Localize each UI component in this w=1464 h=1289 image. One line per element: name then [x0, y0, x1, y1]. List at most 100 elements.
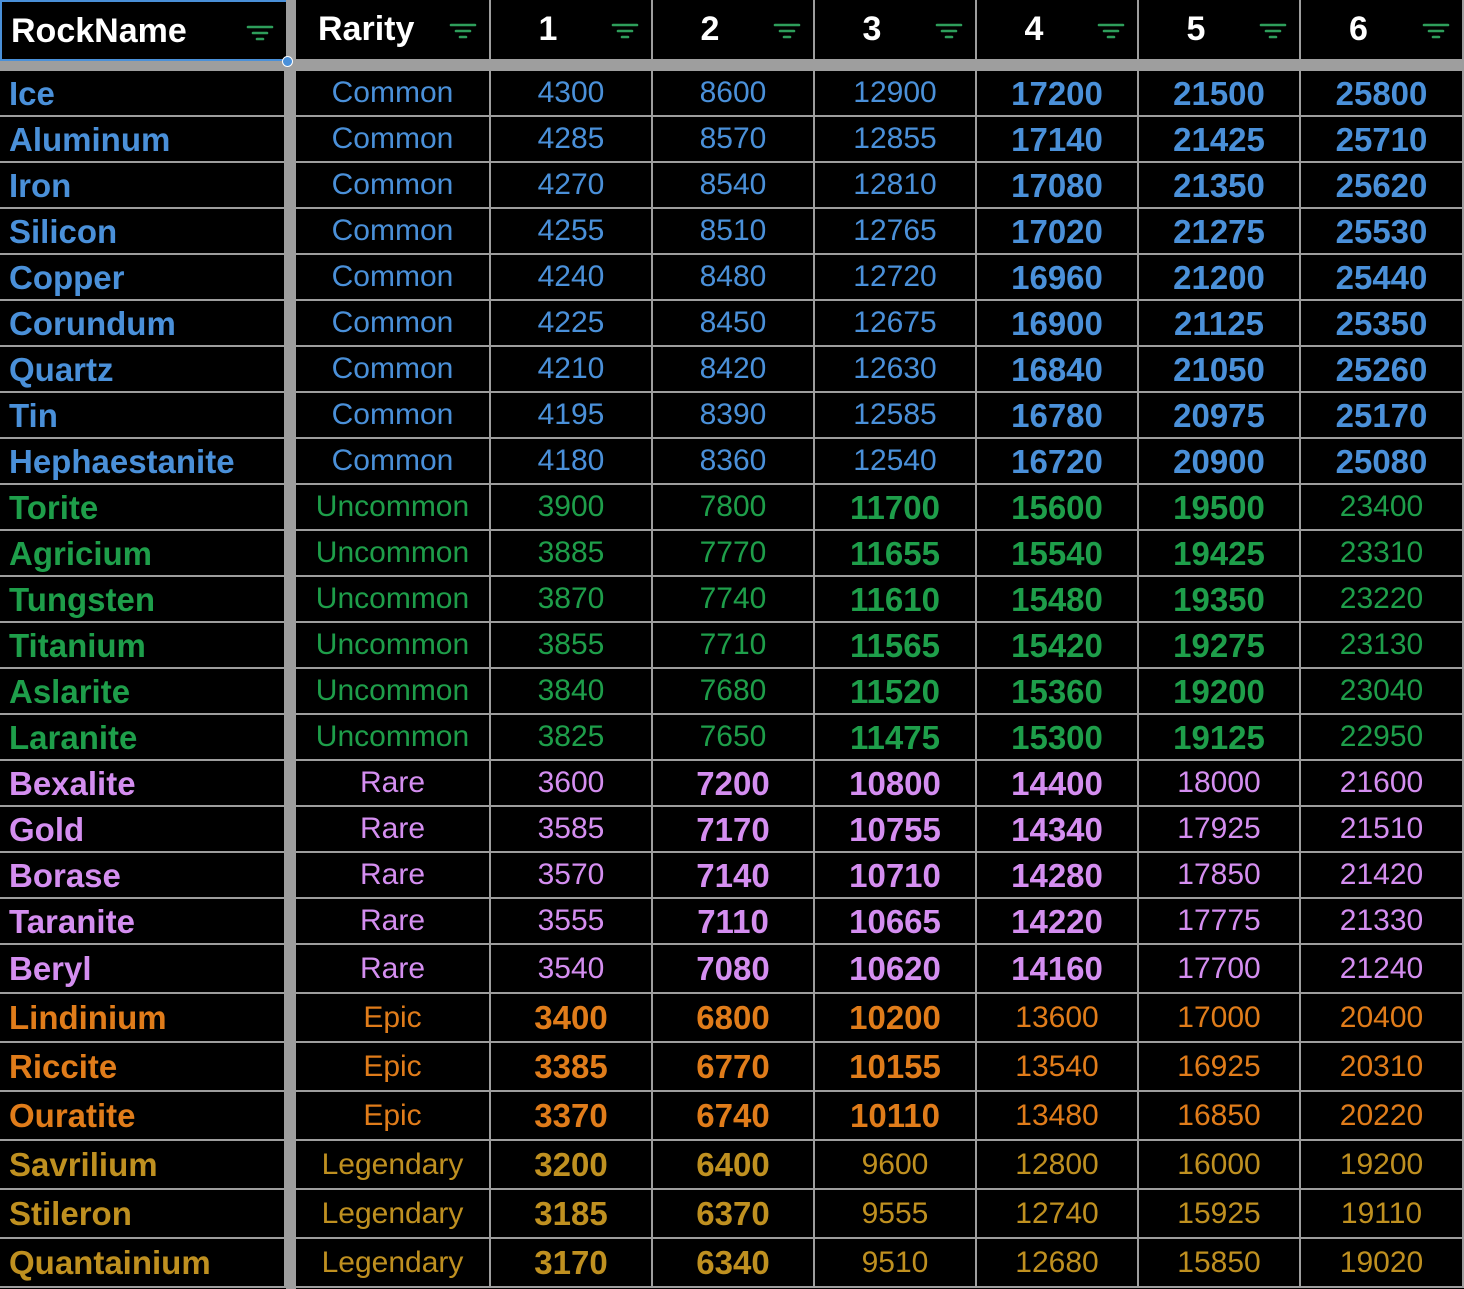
value-cell-2[interactable]: 8540 — [653, 163, 815, 209]
rarity-cell[interactable]: Epic — [296, 1092, 491, 1141]
value-cell-6[interactable]: 25170 — [1301, 393, 1464, 439]
rock-name-cell[interactable]: Tungsten — [0, 577, 286, 623]
value-cell-3[interactable]: 11520 — [815, 669, 977, 715]
value-cell-4[interactable]: 12740 — [977, 1190, 1139, 1239]
value-cell-3[interactable]: 9510 — [815, 1239, 977, 1288]
rarity-cell[interactable]: Epic — [296, 1043, 491, 1092]
value-cell-4[interactable]: 17080 — [977, 163, 1139, 209]
value-cell-3[interactable]: 11655 — [815, 531, 977, 577]
value-cell-3[interactable]: 12585 — [815, 393, 977, 439]
selection-fill-handle[interactable] — [282, 56, 293, 67]
value-cell-5[interactable]: 17000 — [1139, 994, 1301, 1043]
value-cell-5[interactable]: 19425 — [1139, 531, 1301, 577]
rock-name-cell[interactable]: Corundum — [0, 301, 286, 347]
rarity-cell[interactable]: Legendary — [296, 1190, 491, 1239]
rarity-cell[interactable]: Uncommon — [296, 623, 491, 669]
value-cell-3[interactable]: 10200 — [815, 994, 977, 1043]
rock-name-cell[interactable]: Aluminum — [0, 117, 286, 163]
header-col-3[interactable]: 3 — [815, 0, 977, 61]
value-cell-1[interactable]: 3870 — [491, 577, 653, 623]
filter-icon[interactable] — [1097, 21, 1125, 41]
value-cell-4[interactable]: 15600 — [977, 485, 1139, 531]
value-cell-4[interactable]: 13600 — [977, 994, 1139, 1043]
value-cell-2[interactable]: 7650 — [653, 715, 815, 761]
rock-name-cell[interactable]: Tin — [0, 393, 286, 439]
value-cell-1[interactable]: 4240 — [491, 255, 653, 301]
rarity-cell[interactable]: Uncommon — [296, 577, 491, 623]
value-cell-2[interactable]: 8570 — [653, 117, 815, 163]
value-cell-3[interactable]: 10800 — [815, 761, 977, 807]
value-cell-3[interactable]: 10710 — [815, 853, 977, 899]
value-cell-1[interactable]: 3825 — [491, 715, 653, 761]
value-cell-2[interactable]: 7110 — [653, 899, 815, 945]
value-cell-3[interactable]: 11475 — [815, 715, 977, 761]
value-cell-1[interactable]: 3185 — [491, 1190, 653, 1239]
value-cell-4[interactable]: 16720 — [977, 439, 1139, 485]
value-cell-6[interactable]: 25800 — [1301, 71, 1464, 117]
value-cell-1[interactable]: 4225 — [491, 301, 653, 347]
rarity-cell[interactable]: Uncommon — [296, 715, 491, 761]
rock-name-cell[interactable]: Bexalite — [0, 761, 286, 807]
value-cell-1[interactable]: 4210 — [491, 347, 653, 393]
value-cell-2[interactable]: 6800 — [653, 994, 815, 1043]
value-cell-1[interactable]: 3885 — [491, 531, 653, 577]
value-cell-6[interactable]: 25080 — [1301, 439, 1464, 485]
value-cell-4[interactable]: 14340 — [977, 807, 1139, 853]
header-col-1[interactable]: 1 — [491, 0, 653, 61]
value-cell-2[interactable]: 6770 — [653, 1043, 815, 1092]
value-cell-5[interactable]: 18000 — [1139, 761, 1301, 807]
rock-name-cell[interactable]: Borase — [0, 853, 286, 899]
value-cell-6[interactable]: 21330 — [1301, 899, 1464, 945]
value-cell-2[interactable]: 7080 — [653, 945, 815, 994]
rarity-cell[interactable]: Rare — [296, 899, 491, 945]
value-cell-6[interactable]: 21240 — [1301, 945, 1464, 994]
value-cell-2[interactable]: 8450 — [653, 301, 815, 347]
value-cell-4[interactable]: 14220 — [977, 899, 1139, 945]
value-cell-5[interactable]: 16850 — [1139, 1092, 1301, 1141]
frozen-column-divider[interactable] — [286, 0, 296, 1289]
value-cell-5[interactable]: 21275 — [1139, 209, 1301, 255]
filter-icon[interactable] — [449, 21, 477, 41]
value-cell-4[interactable]: 16900 — [977, 301, 1139, 347]
value-cell-6[interactable]: 23310 — [1301, 531, 1464, 577]
rock-name-cell[interactable]: Hephaestanite — [0, 439, 286, 485]
value-cell-3[interactable]: 9555 — [815, 1190, 977, 1239]
value-cell-6[interactable]: 23220 — [1301, 577, 1464, 623]
value-cell-5[interactable]: 21350 — [1139, 163, 1301, 209]
value-cell-2[interactable]: 6370 — [653, 1190, 815, 1239]
value-cell-5[interactable]: 19500 — [1139, 485, 1301, 531]
filter-icon[interactable] — [935, 21, 963, 41]
value-cell-2[interactable]: 7170 — [653, 807, 815, 853]
value-cell-6[interactable]: 22950 — [1301, 715, 1464, 761]
value-cell-5[interactable]: 21500 — [1139, 71, 1301, 117]
value-cell-6[interactable]: 21600 — [1301, 761, 1464, 807]
value-cell-6[interactable]: 23400 — [1301, 485, 1464, 531]
value-cell-1[interactable]: 3840 — [491, 669, 653, 715]
value-cell-6[interactable]: 25440 — [1301, 255, 1464, 301]
filter-icon[interactable] — [1422, 21, 1450, 41]
header-rarity[interactable]: Rarity — [296, 0, 491, 61]
value-cell-5[interactable]: 20975 — [1139, 393, 1301, 439]
value-cell-6[interactable]: 23040 — [1301, 669, 1464, 715]
value-cell-3[interactable]: 11610 — [815, 577, 977, 623]
value-cell-4[interactable]: 14400 — [977, 761, 1139, 807]
value-cell-6[interactable]: 20220 — [1301, 1092, 1464, 1141]
value-cell-6[interactable]: 21510 — [1301, 807, 1464, 853]
rock-name-cell[interactable]: Iron — [0, 163, 286, 209]
rarity-cell[interactable]: Legendary — [296, 1141, 491, 1190]
value-cell-5[interactable]: 15925 — [1139, 1190, 1301, 1239]
value-cell-4[interactable]: 14280 — [977, 853, 1139, 899]
rarity-cell[interactable]: Common — [296, 163, 491, 209]
value-cell-3[interactable]: 9600 — [815, 1141, 977, 1190]
rock-name-cell[interactable]: Taranite — [0, 899, 286, 945]
rarity-cell[interactable]: Common — [296, 255, 491, 301]
value-cell-4[interactable]: 17200 — [977, 71, 1139, 117]
rock-name-cell[interactable]: Titanium — [0, 623, 286, 669]
rock-name-cell[interactable]: Beryl — [0, 945, 286, 994]
rock-name-cell[interactable]: Agricium — [0, 531, 286, 577]
value-cell-2[interactable]: 8420 — [653, 347, 815, 393]
value-cell-6[interactable]: 19200 — [1301, 1141, 1464, 1190]
value-cell-1[interactable]: 4195 — [491, 393, 653, 439]
value-cell-5[interactable]: 19200 — [1139, 669, 1301, 715]
value-cell-1[interactable]: 4285 — [491, 117, 653, 163]
